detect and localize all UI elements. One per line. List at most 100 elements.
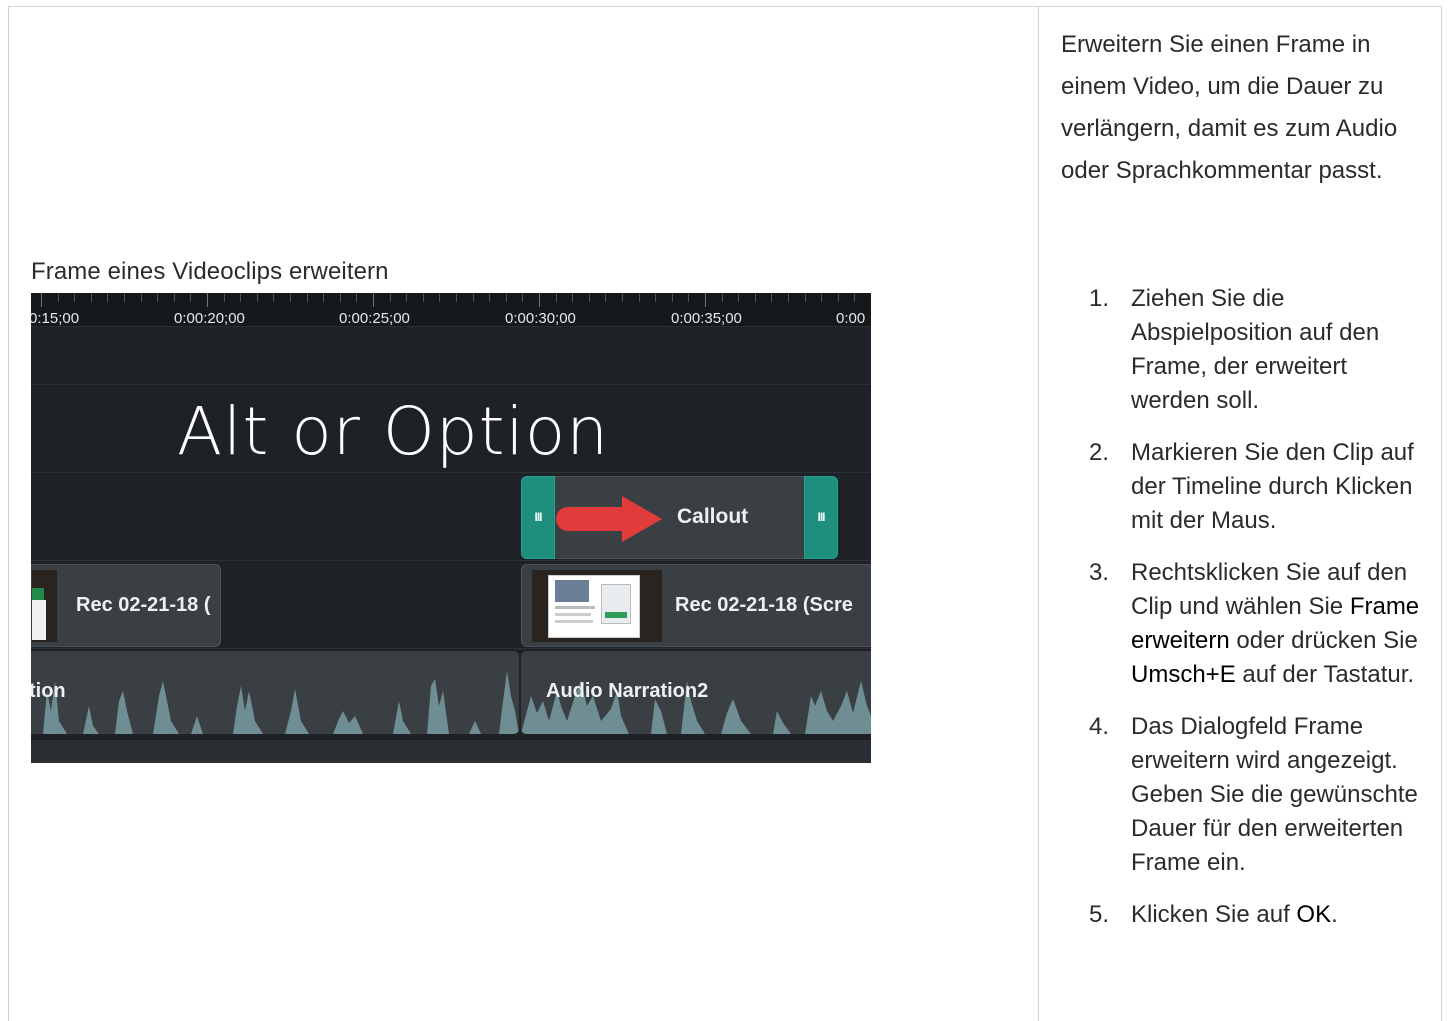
step-text: .	[1331, 901, 1338, 928]
ruler-tick	[522, 293, 524, 302]
step-text: oder drücken Sie	[1229, 627, 1418, 654]
ruler-tick	[837, 293, 839, 302]
waveform-graphic	[31, 671, 519, 734]
track-separator	[31, 648, 871, 649]
keyboard-shortcut: Umsch+E	[1131, 661, 1236, 688]
ruler-tick	[422, 293, 424, 302]
step-number: 2.	[1089, 439, 1110, 466]
step-number: 3.	[1089, 559, 1110, 586]
ruler-tick	[107, 293, 109, 302]
ruler-tick	[306, 293, 308, 302]
column-divider	[1038, 6, 1039, 1021]
ruler-tick	[290, 293, 291, 302]
ruler-tick	[140, 293, 142, 302]
audio-clip-1[interactable]: tion	[31, 651, 519, 734]
step-item: 4. Das Dialogfeld Frame erweitern wird a…	[1061, 710, 1431, 880]
intro-paragraph: Erweitern Sie einen Frame in einem Video…	[1061, 31, 1398, 184]
ruler-tick	[804, 293, 806, 302]
timeline-scrollbar[interactable]	[31, 739, 871, 763]
ruler-tick	[705, 293, 706, 307]
clip-thumbnail	[532, 570, 662, 642]
timeline-screenshot: 0:15;00 0:00:20;00 0:00:25;00 0:00:30;00…	[31, 293, 871, 763]
track-separator	[31, 560, 871, 561]
ruler-tick	[638, 293, 640, 302]
ruler-label: 0:00	[836, 310, 866, 327]
timeline-ruler: 0:15;00 0:00:20;00 0:00:25;00 0:00:30;00…	[31, 293, 871, 327]
ruler-tick	[323, 293, 325, 302]
audio-clip-2[interactable]: Audio Narration2	[521, 651, 871, 734]
rec-clip-2[interactable]: Rec 02-21-18 (Scre	[521, 564, 871, 647]
step-text: Ziehen Sie die Abspielposition auf den F…	[1131, 285, 1380, 414]
clip-thumbnail	[32, 570, 57, 642]
ruler-tick	[821, 293, 823, 302]
rec-clip-1[interactable]: Rec 02-21-18 (	[31, 564, 221, 647]
steps-list: 1. Ziehen Sie die Abspielposition auf de…	[1061, 282, 1431, 950]
ruler-tick	[373, 293, 374, 307]
grip-icon: III	[817, 510, 825, 524]
clip-label: tion	[31, 680, 66, 702]
ruler-tick	[74, 293, 76, 302]
ruler-tick	[57, 293, 59, 302]
step-number: 4.	[1089, 713, 1110, 740]
clip-handle-left[interactable]: III	[521, 476, 555, 559]
clip-label: Audio Narration2	[546, 680, 709, 702]
ruler-tick	[671, 293, 673, 302]
arrow-icon-shaft	[556, 507, 626, 531]
ruler-tick	[240, 293, 242, 302]
figure-caption: Frame eines Videoclips erweitern	[31, 258, 389, 285]
ruler-tick	[588, 293, 590, 302]
track-separator	[31, 472, 871, 473]
clip-label: Rec 02-21-18 (Scre	[675, 594, 853, 616]
clip-handle-right[interactable]: III	[804, 476, 838, 559]
ruler-label: 0:00:30;00	[505, 310, 576, 327]
step-text: auf der Tastatur.	[1235, 661, 1415, 688]
clip-label: Rec 02-21-18 (	[76, 594, 211, 616]
intro-text-block: Erweitern Sie einen Frame in einem Video…	[1061, 24, 1431, 192]
ruler-tick	[173, 293, 175, 302]
ruler-label: 0:15;00	[31, 310, 80, 327]
arrow-icon-head	[622, 496, 662, 542]
ruler-tick	[771, 293, 773, 302]
ruler-tick	[41, 293, 42, 307]
ruler-tick	[456, 293, 457, 302]
ruler-tick	[256, 293, 258, 302]
step-text: Klicken Sie auf	[1131, 901, 1297, 928]
ruler-tick	[190, 293, 192, 302]
step-text: Markieren Sie den Clip auf der Timeline …	[1131, 439, 1414, 534]
grip-icon: III	[534, 510, 542, 524]
ruler-tick	[505, 293, 507, 302]
step-number: 5.	[1089, 901, 1110, 928]
callout-clip[interactable]: III Callout III	[521, 476, 838, 559]
ruler-tick	[572, 293, 574, 302]
ruler-tick	[754, 293, 756, 302]
ruler-label: 0:00:20;00	[174, 310, 245, 327]
ruler-tick	[339, 293, 341, 302]
ruler-tick	[472, 293, 474, 302]
step-item: 3. Rechtsklicken Sie auf den Clip und wä…	[1061, 556, 1431, 692]
button-reference: OK	[1296, 901, 1332, 928]
step-number: 1.	[1089, 285, 1110, 312]
ruler-tick	[223, 293, 225, 302]
overlay-text: Alt or Option	[177, 393, 610, 470]
ruler-tick	[356, 293, 358, 302]
ruler-tick	[124, 293, 125, 302]
step-item: 5. Klicken Sie auf OK.	[1061, 898, 1431, 932]
track-separator	[31, 384, 871, 385]
ruler-tick	[688, 293, 690, 302]
ruler-tick	[655, 293, 657, 302]
ruler-tick	[489, 293, 491, 302]
ruler-tick	[406, 293, 408, 302]
ruler-tick	[389, 293, 391, 302]
ruler-tick	[555, 293, 557, 302]
ruler-label: 0:00:35;00	[671, 310, 742, 327]
ruler-tick	[788, 293, 789, 302]
ruler-tick	[90, 293, 92, 302]
ruler-tick	[157, 293, 159, 302]
ruler-tick	[721, 293, 723, 302]
ruler-tick	[738, 293, 740, 302]
ruler-tick	[605, 293, 607, 302]
ruler-label: 0:00:25;00	[339, 310, 410, 327]
ruler-tick	[539, 293, 540, 307]
ruler-tick	[273, 293, 275, 302]
step-item: 1. Ziehen Sie die Abspielposition auf de…	[1061, 282, 1431, 418]
